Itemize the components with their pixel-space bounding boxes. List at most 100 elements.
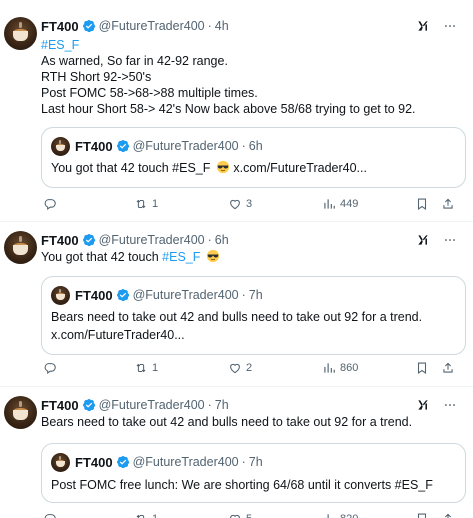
views-icon xyxy=(322,197,336,211)
author-name[interactable]: FT400 xyxy=(41,398,79,413)
bookmark-icon xyxy=(415,512,429,518)
timestamp[interactable]: 7h xyxy=(215,398,229,412)
grok-icon[interactable] xyxy=(416,19,430,33)
quoted-text: Post FOMC free lunch: We are shorting 64… xyxy=(51,478,433,492)
text-line: RTH Short 92->50's xyxy=(41,70,152,84)
like-count: 3 xyxy=(246,198,253,210)
views-button[interactable]: 449 xyxy=(322,196,358,212)
quoted-timestamp: 6h xyxy=(248,139,263,153)
quoted-author-handle: @FutureTrader400 xyxy=(132,139,239,153)
share-icon xyxy=(441,361,455,375)
separator-dot: · xyxy=(241,288,246,302)
separator-dot: · xyxy=(207,233,212,247)
grok-icon[interactable] xyxy=(416,398,430,412)
hashtag-link[interactable]: #ES_F xyxy=(41,37,466,53)
separator-dot: · xyxy=(207,19,212,33)
quoted-timestamp: 7h xyxy=(248,455,263,469)
repost-button[interactable]: 1 xyxy=(134,196,158,212)
like-button[interactable]: 2 xyxy=(228,360,252,376)
tweet-header: FT400 @FutureTrader400 · 6h xyxy=(41,231,229,249)
like-icon xyxy=(228,361,242,375)
text-line: Last hour Short 58-> 42's Now back above… xyxy=(41,102,416,116)
quoted-tweet[interactable]: FT400 @FutureTrader400 · 7h Bears need t… xyxy=(41,276,466,355)
tweet[interactable]: FT400 @FutureTrader400 · 6h You got that… xyxy=(0,222,473,386)
verified-badge-icon xyxy=(82,398,96,412)
avatar[interactable] xyxy=(4,17,37,50)
quoted-header: FT400 @FutureTrader400 · 7h xyxy=(75,286,263,304)
reply-button[interactable] xyxy=(43,511,61,518)
repost-count: 1 xyxy=(152,198,159,210)
hashtag-link[interactable]: #ES_F xyxy=(162,250,200,264)
quoted-link[interactable]: x.com/FutureTrader40... xyxy=(51,326,456,344)
quoted-avatar xyxy=(51,286,70,305)
quoted-avatar xyxy=(51,137,70,156)
more-icon[interactable] xyxy=(443,233,457,247)
quoted-header: FT400 @FutureTrader400 · 6h xyxy=(75,137,263,155)
repost-button[interactable]: 1 xyxy=(134,360,158,376)
views-icon xyxy=(322,512,336,518)
author-handle[interactable]: @FutureTrader400 xyxy=(99,398,205,412)
quoted-link[interactable]: x.com/FutureTrader40... xyxy=(233,161,367,175)
share-button[interactable] xyxy=(441,511,455,518)
tweet[interactable]: FT400 @FutureTrader400 · 7h Bears need t… xyxy=(0,387,473,518)
tweet-header: FT400 @FutureTrader400 · 4h xyxy=(41,17,229,35)
timeline-feed: FT400 @FutureTrader400 · 4h #ES_F As war… xyxy=(0,0,473,518)
quoted-tweet[interactable]: FT400 @FutureTrader400 · 7h Post FOMC fr… xyxy=(41,443,466,503)
repost-button[interactable]: 1 xyxy=(134,511,158,518)
repost-icon xyxy=(134,197,148,211)
bookmark-button[interactable] xyxy=(415,511,429,518)
author-name[interactable]: FT400 xyxy=(41,233,79,248)
text-line: Post FOMC 58->68->88 multiple times. xyxy=(41,86,258,100)
author-handle[interactable]: @FutureTrader400 xyxy=(99,233,205,247)
repost-icon xyxy=(134,361,148,375)
tweet-text: You got that 42 touch #ES_F xyxy=(41,249,466,265)
quoted-timestamp: 7h xyxy=(248,288,263,302)
avatar[interactable] xyxy=(4,396,37,429)
view-count: 449 xyxy=(340,198,359,210)
tweet[interactable]: FT400 @FutureTrader400 · 4h #ES_F As war… xyxy=(0,0,473,221)
quoted-author-name: FT400 xyxy=(75,454,113,470)
reply-button[interactable] xyxy=(43,360,61,376)
share-icon xyxy=(441,197,455,211)
quoted-author-name: FT400 xyxy=(75,287,113,303)
reply-icon xyxy=(43,197,57,211)
verified-badge-icon xyxy=(116,288,130,302)
bookmark-icon xyxy=(415,361,429,375)
verified-badge-icon xyxy=(116,455,130,469)
bookmark-icon xyxy=(415,197,429,211)
verified-badge-icon xyxy=(82,19,96,33)
reply-button[interactable] xyxy=(43,196,61,212)
author-name[interactable]: FT400 xyxy=(41,19,79,34)
share-button[interactable] xyxy=(441,360,455,376)
reply-icon xyxy=(43,512,57,518)
share-icon xyxy=(441,512,455,518)
bookmark-button[interactable] xyxy=(415,360,429,376)
timestamp[interactable]: 6h xyxy=(215,233,229,247)
tweet-text: Bears need to take out 42 and bulls need… xyxy=(41,415,413,429)
repost-icon xyxy=(134,512,148,518)
share-button[interactable] xyxy=(441,196,455,212)
timestamp[interactable]: 4h xyxy=(215,19,229,33)
quoted-tweet[interactable]: FT400 @FutureTrader400 · 6h You got that… xyxy=(41,127,466,188)
action-bar: 1 3 449 xyxy=(41,196,466,212)
bookmark-button[interactable] xyxy=(415,196,429,212)
more-icon[interactable] xyxy=(443,398,457,412)
quoted-text: Bears need to take out 42 and bulls need… xyxy=(51,308,456,344)
views-button[interactable]: 820 xyxy=(322,511,358,518)
like-count: 5 xyxy=(246,513,252,518)
avatar[interactable] xyxy=(4,231,37,264)
separator-dot: · xyxy=(241,139,246,153)
quoted-text-prefix: You got that 42 touch #ES_F xyxy=(51,161,211,175)
grok-icon[interactable] xyxy=(416,233,430,247)
tweet-header: FT400 @FutureTrader400 · 7h xyxy=(41,396,229,414)
more-icon[interactable] xyxy=(443,19,457,33)
verified-badge-icon xyxy=(82,233,96,247)
like-button[interactable]: 5 xyxy=(228,511,252,518)
quoted-avatar xyxy=(51,453,70,472)
author-handle[interactable]: @FutureTrader400 xyxy=(99,19,205,33)
views-button[interactable]: 860 xyxy=(322,360,358,376)
like-button[interactable]: 3 xyxy=(228,196,252,212)
like-count: 2 xyxy=(246,362,253,374)
quoted-header: FT400 @FutureTrader400 · 7h xyxy=(75,453,263,471)
verified-badge-icon xyxy=(116,139,130,153)
